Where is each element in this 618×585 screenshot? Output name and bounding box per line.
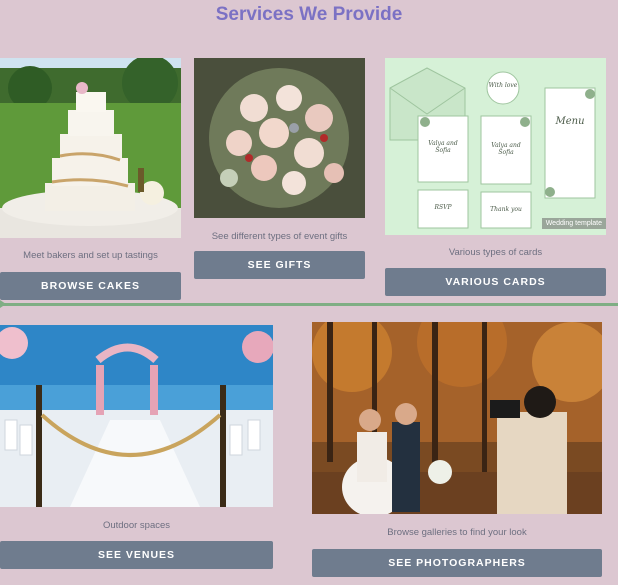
photographers-caption: Browse galleries to find your look [387,527,527,538]
browse-cakes-button[interactable]: BROWSE CAKES [0,272,181,300]
cards-thanks-text: Thank you [490,206,522,213]
page-title: Services We Provide [215,4,403,25]
cards-seal-text: With love [488,82,518,89]
see-photographers-button[interactable]: SEE PHOTOGRAPHERS [312,549,602,577]
venue-image [0,325,273,507]
gifts-caption: See different types of event gifts [211,231,348,242]
cards-menu-text: Menu [555,116,585,127]
photographer-image [312,322,602,514]
cake-image [0,58,181,238]
wedding-template-label: Wedding template [541,218,606,229]
section-divider [0,300,618,308]
cards-image: With love Valya and Sofia Valya and Sofi… [385,58,606,235]
bouquet-image [194,58,365,218]
various-cards-button[interactable]: VARIOUS CARDS [385,268,606,296]
cards-rsvp-text: RSVP [434,204,452,211]
see-venues-button[interactable]: SEE VENUES [0,541,273,569]
cards-caption: Various types of cards [448,247,543,258]
cards-card2-text: Valya and Sofia [491,142,521,156]
see-gifts-button[interactable]: SEE GIFTS [194,251,365,279]
cakes-caption: Meet bakers and set up tastings [23,250,158,261]
cards-card1-text: Valya and Sofia [428,140,458,154]
venues-caption: Outdoor spaces [102,520,171,531]
